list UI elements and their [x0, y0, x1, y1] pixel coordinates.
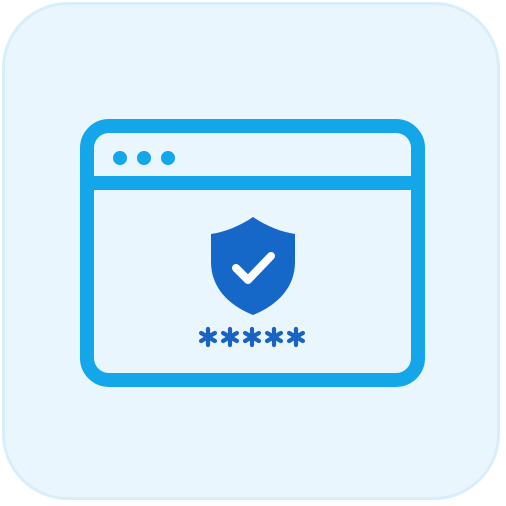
asterisk-icon: [286, 326, 306, 348]
shield-check-icon: [211, 217, 295, 315]
password-mask: [198, 326, 306, 348]
window-control-dots: [113, 151, 175, 165]
asterisk-icon: [198, 326, 218, 348]
window-control-dot: [161, 151, 175, 165]
window-control-dot: [137, 151, 151, 165]
asterisk-icon: [242, 326, 262, 348]
secure-password-browser-icon: [80, 119, 425, 387]
window-control-dot: [113, 151, 127, 165]
asterisk-icon: [264, 326, 284, 348]
asterisk-icon: [220, 326, 240, 348]
shield-icon: [211, 217, 295, 315]
